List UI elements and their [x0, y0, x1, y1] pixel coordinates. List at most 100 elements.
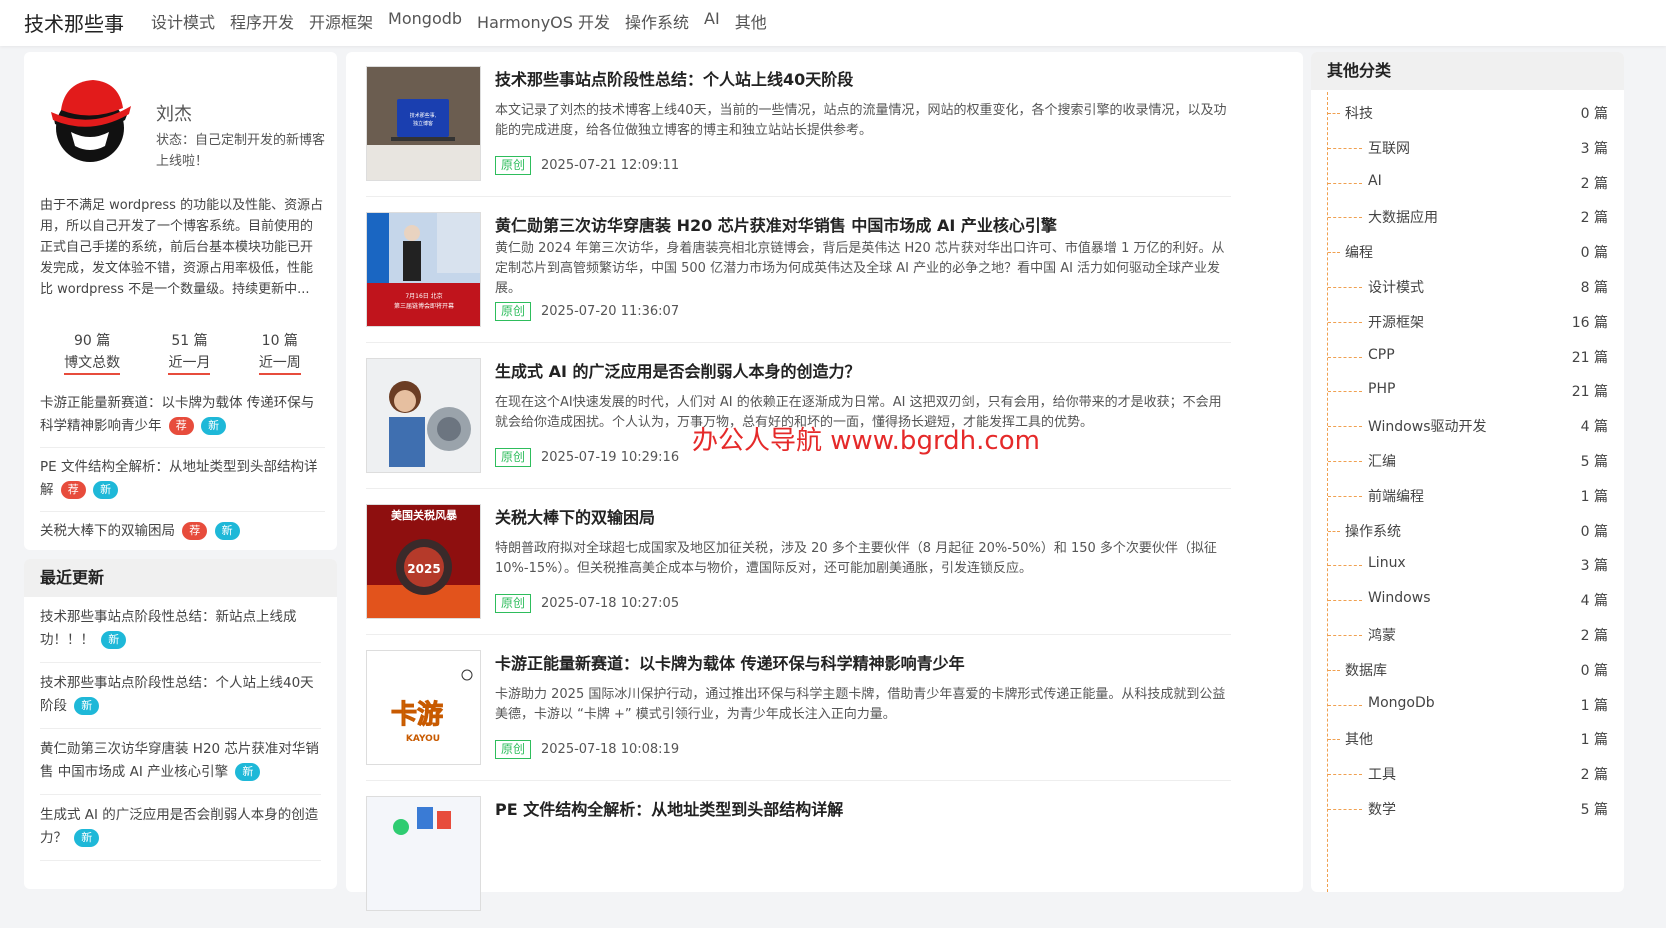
svg-text:独立博客: 独立博客 [413, 120, 433, 127]
article-thumbnail[interactable]: 7月16日 北京 第三届链博会即将开幕 [366, 212, 481, 327]
category-count: 1 篇 [1580, 697, 1608, 714]
article-thumbnail[interactable]: 技术那些事, 独立博客 [366, 66, 481, 181]
article-title[interactable]: 关税大棒下的双输困局 [495, 504, 655, 528]
original-tag: 原创 [495, 156, 532, 175]
tree-branch [1328, 495, 1362, 497]
category-item[interactable]: 大数据应用 2 篇 [1311, 200, 1624, 234]
article-thumbnail[interactable] [366, 796, 481, 911]
category-item[interactable]: AI 2 篇 [1311, 166, 1624, 200]
nav-item-os[interactable]: 操作系统 [625, 9, 689, 33]
category-count: 0 篇 [1580, 523, 1608, 540]
new-badge: 新 [214, 522, 240, 540]
article-thumbnail[interactable]: 卡游 KAYOU [366, 650, 481, 765]
list-item[interactable]: 生成式 AI 的广泛应用是否会削弱人本身的创造力？ 新 [40, 795, 321, 861]
article-meta: 原创 2025-07-18 10:08:19 [495, 740, 679, 759]
category-count: 8 篇 [1580, 280, 1608, 296]
article-date: 2025-07-18 10:27:05 [541, 596, 680, 611]
category-name: 前端编程 [1368, 488, 1424, 505]
category-item[interactable]: 数学 5 篇 [1311, 792, 1624, 826]
stat-month[interactable]: 51 篇 近一月 [168, 330, 211, 375]
category-name: 科技 [1345, 106, 1373, 122]
category-item[interactable]: Windows 4 篇 [1311, 583, 1624, 617]
article-card[interactable]: 卡游 KAYOU 卡游正能量新赛道：以卡牌为载体 传递环保与科学精神影响青少年 … [366, 636, 1231, 782]
category-item[interactable]: 科技 0 篇 [1311, 96, 1624, 130]
nav-item-harmonyos[interactable]: HarmonyOS 开发 [477, 9, 610, 33]
nav-item-mongodb[interactable]: Mongodb [388, 9, 462, 33]
article-thumbnail[interactable]: 美国关税风暴 2025 [366, 504, 481, 619]
stat-total[interactable]: 90 篇 博文总数 [64, 330, 121, 375]
hot-badge: 荐 [60, 481, 86, 499]
hot-badge: 荐 [168, 417, 194, 435]
category-item[interactable]: 编程 0 篇 [1311, 235, 1624, 269]
category-item[interactable]: 开源框架 16 篇 [1311, 305, 1624, 339]
article-card[interactable]: 美国关税风暴 2025 关税大棒下的双输困局 特朗普政府拟对全球超七成国家及地区… [366, 490, 1231, 636]
category-item[interactable]: 数据库 0 篇 [1311, 653, 1624, 687]
watermark: 办公人导航 www.bgrdh.com [692, 426, 1040, 456]
stat-week-label: 近一周 [258, 352, 301, 375]
tree-branch [1328, 635, 1362, 636]
category-item[interactable]: MongoDb 1 篇 [1311, 688, 1624, 722]
new-badge: 新 [74, 697, 100, 715]
stat-total-label: 博文总数 [64, 352, 121, 375]
category-item[interactable]: CPP 21 篇 [1311, 340, 1624, 374]
article-meta: 原创 2025-07-19 10:29:16 [495, 448, 679, 467]
article-date: 2025-07-19 10:29:16 [541, 450, 680, 465]
category-item[interactable]: 前端编程 1 篇 [1311, 479, 1624, 513]
article-card[interactable]: 生成式 AI 的广泛应用是否会削弱人本身的创造力？ 在现在这个AI快速发展的时代… [366, 344, 1231, 490]
category-name: 大数据应用 [1368, 210, 1438, 227]
original-tag: 原创 [495, 740, 532, 759]
tree-branch [1328, 530, 1340, 532]
category-item[interactable]: 互联网 3 篇 [1311, 131, 1624, 165]
list-item[interactable]: 关税大棒下的双输困局 荐 新 [40, 512, 325, 552]
category-count: 3 篇 [1580, 140, 1608, 157]
nav-item-ai[interactable]: AI [704, 9, 720, 33]
site-logo[interactable]: 技术那些事 [24, 8, 124, 37]
article-title[interactable]: 生成式 AI 的广泛应用是否会削弱人本身的创造力？ [495, 358, 860, 382]
author-name: 刘杰 [156, 104, 192, 125]
category-item[interactable]: 鸿蒙 2 篇 [1311, 618, 1624, 652]
category-item[interactable]: 设计模式 8 篇 [1311, 270, 1624, 304]
category-item[interactable]: Linux 3 篇 [1311, 548, 1624, 582]
list-item[interactable]: 技术那些事站点阶段性总结：个人站上线40天阶段 新 [40, 663, 321, 729]
svg-text:2025: 2025 [407, 562, 440, 576]
category-count: 16 篇 [1571, 314, 1608, 331]
category-name: Windows驱动开发 [1368, 419, 1487, 436]
stat-month-label: 近一月 [168, 352, 211, 375]
tree-branch [1328, 704, 1362, 706]
svg-text:第三届链博会即将开幕: 第三届链博会即将开幕 [394, 302, 454, 310]
category-item[interactable]: Windows驱动开发 4 篇 [1311, 409, 1624, 443]
article-card[interactable]: 技术那些事, 独立博客 技术那些事站点阶段性总结：个人站上线40天阶段 本文记录… [366, 52, 1231, 198]
list-item[interactable]: PE 文件结构全解析：从地址类型到头部结构详解 荐 新 [40, 448, 325, 512]
category-count: 4 篇 [1580, 419, 1608, 436]
article-title[interactable]: 黄仁勋第三次访华穿唐装 H20 芯片获准对华销售 中国市场成 AI 产业核心引擎 [495, 212, 1057, 236]
article-thumbnail[interactable] [366, 358, 481, 473]
article-card[interactable]: 7月16日 北京 第三届链博会即将开幕 黄仁勋第三次访华穿唐装 H20 芯片获准… [366, 198, 1231, 344]
list-item[interactable]: 技术那些事站点阶段性总结：新站点上线成功！！！ 新 [40, 597, 321, 663]
tree-branch [1328, 774, 1362, 776]
article-date: 2025-07-20 11:36:07 [541, 304, 680, 319]
category-item[interactable]: 其他 1 篇 [1311, 722, 1624, 756]
category-count: 2 篇 [1580, 628, 1608, 644]
nav-item-programming[interactable]: 程序开发 [230, 9, 294, 33]
stat-week[interactable]: 10 篇 近一周 [258, 330, 301, 375]
category-item[interactable]: 汇编 5 篇 [1311, 444, 1624, 478]
tree-branch [1328, 739, 1340, 741]
category-item[interactable]: 操作系统 0 篇 [1311, 514, 1624, 548]
category-name: Linux [1368, 555, 1406, 572]
article-title[interactable]: PE 文件结构全解析：从地址类型到头部结构详解 [495, 796, 843, 820]
nav-item-design-patterns[interactable]: 设计模式 [151, 9, 215, 33]
article-title[interactable]: 卡游正能量新赛道：以卡牌为载体 传递环保与科学精神影响青少年 [495, 650, 965, 674]
article-card[interactable]: PE 文件结构全解析：从地址类型到头部结构详解 [366, 782, 1231, 928]
nav-item-other[interactable]: 其他 [735, 9, 767, 33]
category-name: 数据库 [1345, 662, 1387, 679]
category-item[interactable]: PHP 21 篇 [1311, 374, 1624, 408]
category-title: 其他分类 [1311, 52, 1624, 90]
category-count: 0 篇 [1580, 662, 1608, 679]
article-title[interactable]: 技术那些事站点阶段性总结：个人站上线40天阶段 [495, 66, 853, 90]
list-item[interactable]: 卡游正能量新赛道：以卡牌为载体 传递环保与科学精神影响青少年 荐 新 [40, 384, 325, 448]
nav-item-open-source[interactable]: 开源框架 [309, 9, 373, 33]
recent-updates: 最近更新 技术那些事站点阶段性总结：新站点上线成功！！！ 新 技术那些事站点阶段… [24, 559, 337, 889]
category-item[interactable]: 工具 2 篇 [1311, 757, 1624, 791]
list-item[interactable]: 黄仁勋第三次访华穿唐装 H20 芯片获准对华销售 中国市场成 AI 产业核心引擎… [40, 729, 321, 795]
recommended-list: 卡游正能量新赛道：以卡牌为载体 传递环保与科学精神影响青少年 荐 新 PE 文件… [40, 384, 325, 552]
